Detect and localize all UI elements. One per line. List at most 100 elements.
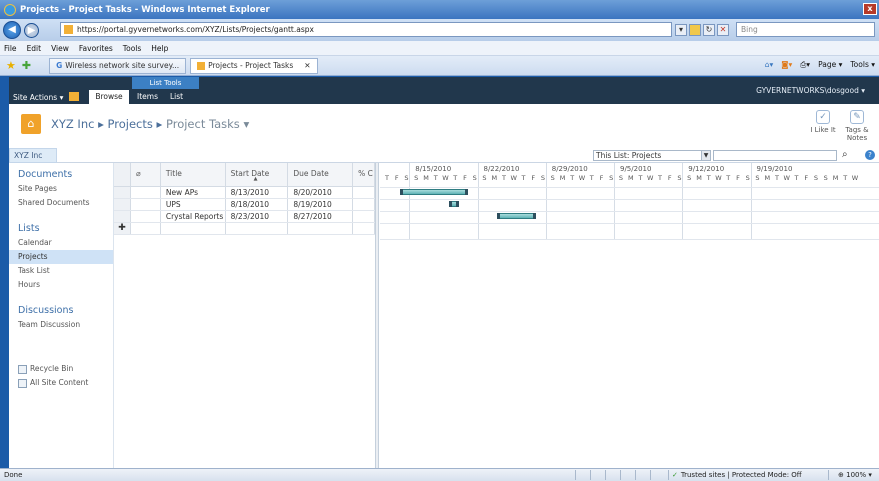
gantt-day-label: T (521, 174, 526, 182)
column-header-title[interactable]: Title (161, 163, 226, 186)
all-site-content-label: All Site Content (30, 378, 89, 387)
breadcrumb-list[interactable]: Projects (108, 117, 153, 131)
url-input[interactable]: https://portal.gyvernetworks.com/XYZ/Lis… (60, 22, 672, 37)
site-actions-menu[interactable]: Site Actions ▾ (13, 93, 63, 102)
close-window-icon[interactable]: x (863, 3, 877, 15)
gantt-task-bar[interactable] (399, 189, 469, 195)
tags-notes-button[interactable]: ✎ Tags & Notes (843, 110, 871, 142)
sharepoint-tab-icon (197, 61, 206, 70)
gantt-day-label: S (609, 174, 614, 182)
i-like-it-button[interactable]: ✓ I Like It (809, 110, 837, 134)
nav-item-recycle-bin[interactable]: Recycle Bin (9, 362, 113, 376)
navigate-up-icon[interactable] (69, 92, 79, 101)
lock-icon[interactable]: ▾ (675, 24, 687, 36)
favorites-star-icon[interactable]: ★ (6, 59, 16, 72)
row-start-date[interactable]: 8/13/2010 (226, 187, 289, 198)
new-item-row[interactable]: ✚ (114, 223, 376, 235)
site-search-input[interactable] (713, 150, 837, 161)
tab-list[interactable]: List (170, 90, 183, 104)
help-icon[interactable]: ? (865, 150, 875, 160)
row-due-date[interactable]: 8/19/2010 (288, 199, 354, 210)
top-nav-site-tab[interactable]: XYZ Inc (9, 148, 57, 163)
view-dropdown-icon[interactable]: ▾ (243, 117, 249, 131)
nav-item-calendar[interactable]: Calendar (9, 236, 113, 250)
page-menu[interactable]: Page ▾ (818, 60, 842, 70)
tab-wireless-survey[interactable]: G Wireless network site survey... (49, 57, 187, 74)
row-title[interactable]: New APs (161, 187, 226, 198)
breadcrumb-view[interactable]: Project Tasks (166, 117, 240, 131)
menu-view[interactable]: View (51, 44, 69, 53)
tools-menu[interactable]: Tools ▾ (850, 60, 875, 70)
add-favorite-icon[interactable]: ✚ (22, 59, 31, 72)
tab-projects[interactable]: Projects - Project Tasks ✕ (190, 57, 318, 74)
gantt-day-label: M (491, 174, 498, 182)
attachment-column-header[interactable]: ⌀ (131, 163, 161, 186)
status-bar: Done ✓ Trusted sites | Protected Mode: O… (0, 468, 879, 481)
nav-item-hours[interactable]: Hours (9, 278, 113, 292)
gantt-day-label: S (482, 174, 487, 182)
column-header-due-date[interactable]: Due Date (288, 163, 354, 186)
search-scope-select[interactable]: This List: Projects ▼ (593, 150, 711, 161)
security-lock-icon[interactable] (689, 24, 701, 36)
nav-item-team-discussion[interactable]: Team Discussion (9, 318, 113, 332)
close-tab-icon[interactable]: ✕ (304, 59, 310, 73)
gantt-day-label: W (783, 174, 790, 182)
zoom-level[interactable]: ⊕ 100% ▾ (838, 471, 872, 479)
user-menu[interactable]: GYVERNETWORKS\dosgood ▾ (756, 86, 865, 95)
nav-item-site-pages[interactable]: Site Pages (9, 182, 113, 196)
breadcrumb-site[interactable]: XYZ Inc (51, 117, 94, 131)
search-icon[interactable]: ⌕ (842, 149, 848, 160)
refresh-icon[interactable]: ↻ (703, 24, 715, 36)
table-row[interactable]: UPS 8/18/2010 8/19/2010 (114, 199, 376, 211)
menu-edit[interactable]: Edit (27, 44, 42, 53)
gantt-week-label: 9/12/2010 (688, 165, 725, 173)
chevron-down-icon[interactable]: ▼ (701, 151, 710, 160)
gantt-task-bar[interactable] (497, 213, 537, 219)
search-input[interactable]: Bing (736, 22, 875, 37)
nav-item-all-site-content[interactable]: All Site Content (9, 376, 113, 390)
nav-item-projects[interactable]: Projects (9, 250, 113, 264)
menu-help[interactable]: Help (151, 44, 168, 53)
row-title[interactable]: Crystal Reports (161, 211, 226, 222)
row-due-date[interactable]: 8/27/2010 (288, 211, 354, 222)
gantt-day-label: T (794, 174, 799, 182)
add-new-item-icon[interactable]: ✚ (114, 223, 131, 234)
stop-icon[interactable]: ✕ (717, 24, 729, 36)
menu-file[interactable]: File (4, 44, 17, 53)
nav-heading-documents[interactable]: Documents (9, 169, 113, 180)
column-header-start-date[interactable]: Start Date ▲ (226, 163, 289, 186)
pane-splitter[interactable] (376, 163, 379, 468)
security-zone[interactable]: ✓ Trusted sites | Protected Mode: Off (672, 471, 802, 479)
feeds-icon[interactable]: ◙▾ (781, 60, 792, 70)
gantt-task-bar[interactable] (448, 201, 459, 207)
nav-item-shared-documents[interactable]: Shared Documents (9, 196, 113, 210)
column-header-percent-complete[interactable]: % C (353, 163, 376, 186)
tab-items[interactable]: Items (137, 90, 158, 104)
forward-button[interactable]: ▶ (24, 22, 39, 38)
row-title[interactable]: UPS (161, 199, 226, 210)
gantt-day-label: T (706, 174, 711, 182)
row-start-date[interactable]: 8/18/2010 (226, 199, 289, 210)
window-titlebar: Projects - Project Tasks - Windows Inter… (0, 0, 879, 19)
row-start-date[interactable]: 8/23/2010 (226, 211, 289, 222)
gantt-day-label: T (453, 174, 458, 182)
gantt-week-label: 9/19/2010 (756, 165, 793, 173)
back-button[interactable]: ◀ (3, 21, 21, 39)
table-row[interactable]: Crystal Reports 8/23/2010 8/27/2010 (114, 211, 376, 223)
table-row[interactable]: New APs 8/13/2010 8/20/2010 (114, 187, 376, 199)
nav-heading-lists[interactable]: Lists (9, 223, 113, 234)
home-icon[interactable]: ⌂▾ (765, 60, 774, 70)
print-icon[interactable]: ⎙▾ (800, 60, 810, 70)
gantt-day-label: F (804, 174, 809, 182)
menu-favorites[interactable]: Favorites (79, 44, 113, 53)
address-bar: ◀ ▶ https://portal.gyvernetworks.com/XYZ… (0, 19, 879, 41)
gantt-day-label: S (540, 174, 546, 182)
nav-heading-discussions[interactable]: Discussions (9, 305, 113, 316)
gantt-day-label: S (687, 174, 692, 182)
command-bar: ⌂▾ ◙▾ ⎙▾ Page ▾ Tools ▾ (765, 60, 875, 70)
nav-item-task-list[interactable]: Task List (9, 264, 113, 278)
gantt-day-label: T (570, 174, 575, 182)
menu-tools[interactable]: Tools (123, 44, 141, 53)
row-due-date[interactable]: 8/20/2010 (288, 187, 354, 198)
tab-browse[interactable]: Browse (89, 90, 129, 104)
